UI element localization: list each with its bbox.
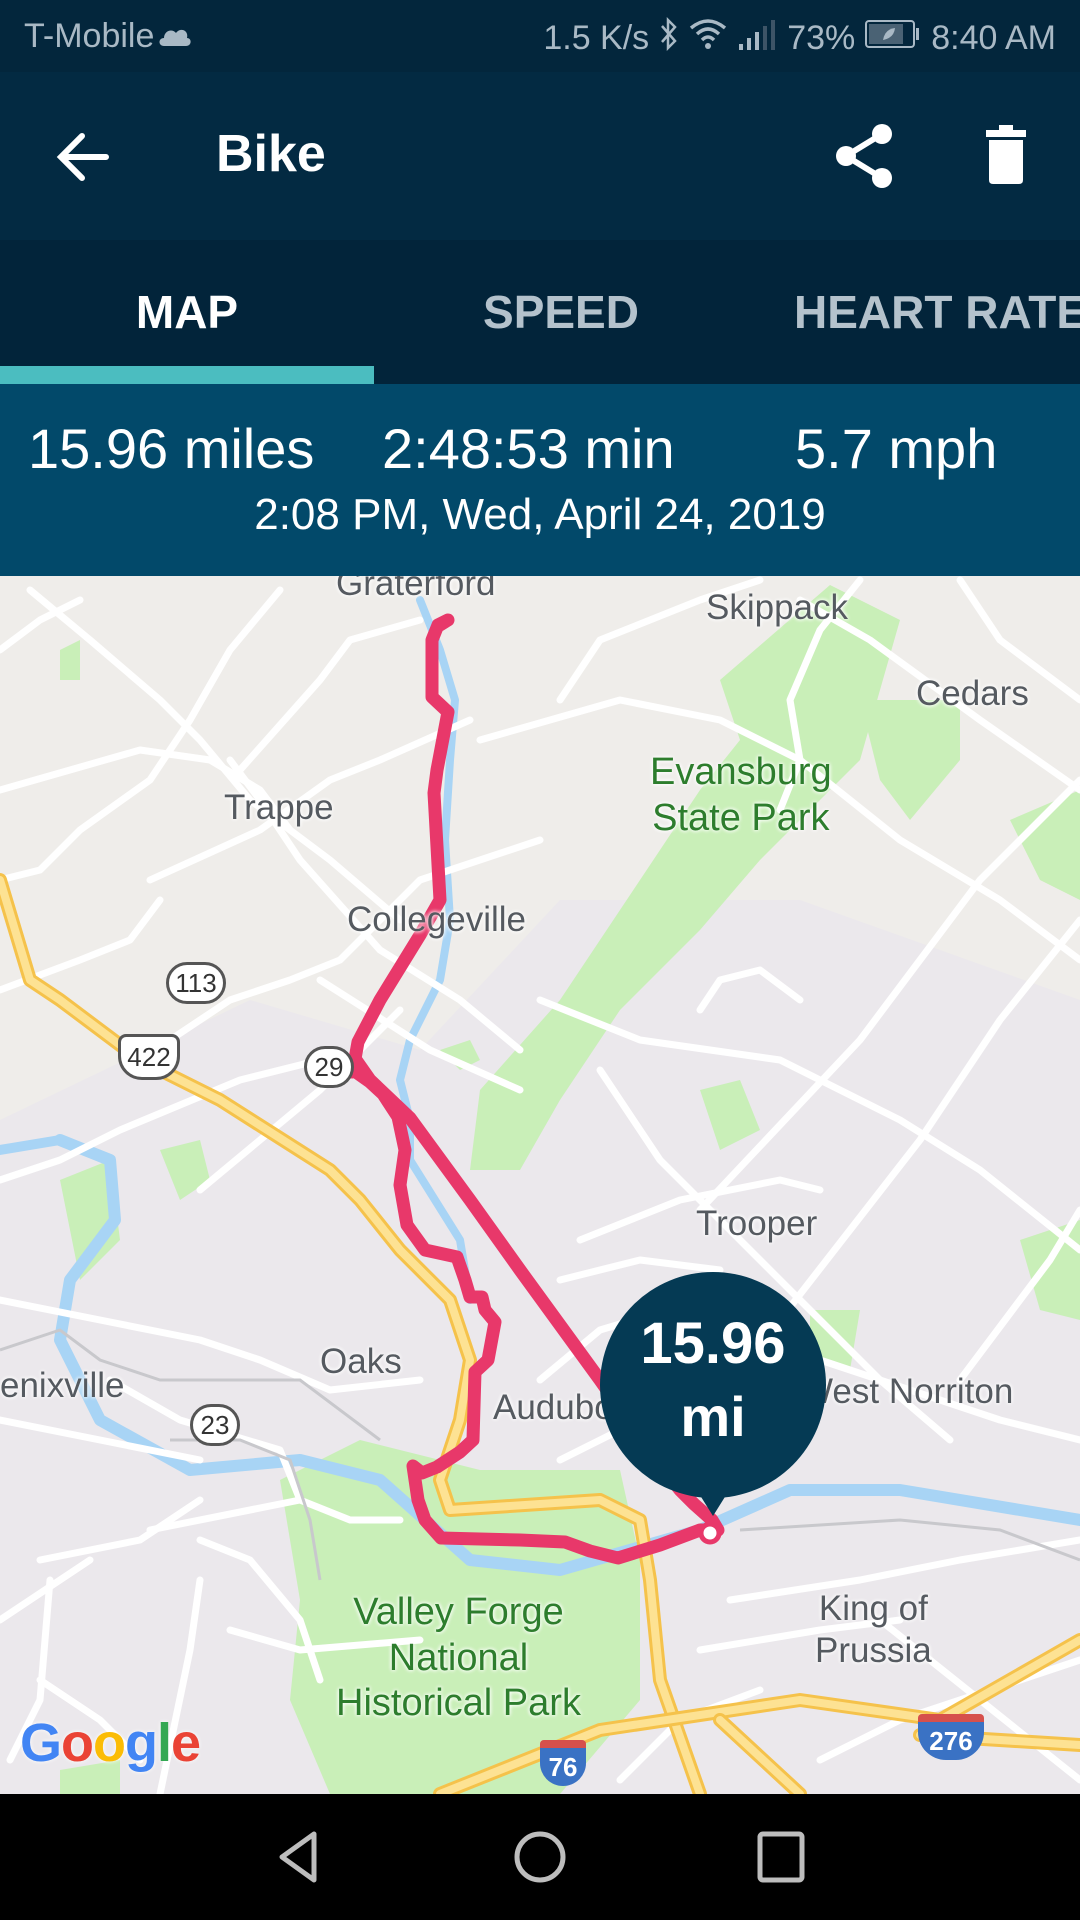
workout-datetime: 2:08 PM, Wed, April 24, 2019: [254, 490, 826, 539]
page-title: Bike: [216, 125, 326, 183]
nav-home-button[interactable]: [505, 1822, 575, 1892]
active-tab-indicator: [0, 366, 374, 384]
nav-home-icon: [514, 1831, 566, 1883]
map-label-trooper: Trooper: [696, 1204, 818, 1243]
map-label-king-of-prussia: King of Prussia: [815, 1589, 932, 1670]
share-icon: [836, 124, 892, 188]
back-button[interactable]: [48, 122, 118, 192]
map-label-phoenixville: enixville: [0, 1366, 125, 1405]
map-label-west-norriton: West Norriton: [800, 1372, 1014, 1411]
wifi-icon: [689, 18, 727, 59]
battery-icon: [865, 19, 921, 58]
map-label-graterford: Graterford: [336, 576, 496, 603]
map-label-skippack: Skippack: [706, 588, 849, 627]
interstate-shield-76: 76: [540, 1740, 586, 1786]
delete-button[interactable]: [970, 120, 1042, 192]
marker-distance-unit: mi: [680, 1385, 746, 1448]
cloud-icon: [158, 17, 192, 56]
map-label-collegeville: Collegeville: [347, 900, 526, 939]
share-button[interactable]: [828, 120, 900, 192]
route-end-marker: [698, 1521, 722, 1545]
route-map[interactable]: Graterford Skippack Cedars Trappe Evansb…: [0, 576, 1080, 1794]
map-label-cedars: Cedars: [916, 674, 1029, 713]
interstate-shield-276: 276: [918, 1714, 984, 1760]
marker-distance-value: 15.96: [640, 1311, 786, 1376]
bubble-pointer: [683, 1468, 743, 1516]
map-label-trappe: Trappe: [224, 788, 334, 827]
app-bar: Bike: [0, 72, 1080, 240]
nav-back-button[interactable]: [264, 1822, 334, 1892]
workout-summary: 15.96 miles 2:48:53 min 5.7 mph 2:08 PM,…: [0, 384, 1080, 576]
clock: 8:40 AM: [931, 19, 1056, 57]
carrier-name: T-Mobile: [24, 17, 155, 55]
tab-heart-rate[interactable]: HEART RATE: [748, 240, 1080, 384]
route-shield-23: 23: [190, 1404, 240, 1446]
signal-icon: [737, 18, 777, 59]
map-label-oaks: Oaks: [320, 1342, 402, 1381]
route-shield-29: 29: [304, 1046, 354, 1088]
system-nav-bar: [0, 1794, 1080, 1920]
map-label-valley-forge: Valley Forge National Historical Park: [336, 1591, 581, 1725]
route-shield-422: 422: [118, 1034, 180, 1080]
nav-recents-icon: [757, 1831, 805, 1883]
tab-bar: MAP SPEED HEART RATE: [0, 240, 1080, 384]
distance-stat: 15.96 miles: [28, 417, 315, 480]
google-attribution-logo: Google: [20, 1713, 201, 1773]
battery-percent: 73%: [787, 19, 856, 57]
route-shield-113: 113: [166, 962, 226, 1004]
tab-speed[interactable]: SPEED: [374, 240, 748, 384]
duration-stat: 2:48:53 min: [382, 417, 675, 480]
trash-icon: [986, 125, 1026, 184]
distance-marker-bubble[interactable]: 15.96 mi: [600, 1272, 826, 1516]
map-label-evansburg-state-park: Evansburg State Park: [650, 751, 832, 839]
nav-back-icon: [279, 1831, 317, 1883]
status-bar: T-Mobile 1.5 K/s 73% 8:40 AM: [0, 0, 1080, 72]
network-speed: 1.5 K/s: [543, 19, 650, 57]
bluetooth-icon: [659, 16, 679, 60]
tab-map[interactable]: MAP: [0, 240, 374, 384]
speed-stat: 5.7 mph: [795, 417, 998, 480]
nav-recents-button[interactable]: [746, 1822, 816, 1892]
arrow-left-icon: [56, 133, 109, 181]
